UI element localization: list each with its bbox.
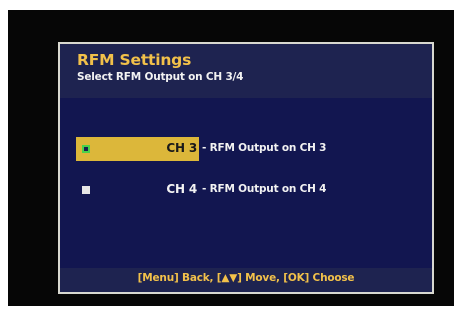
dialog-header: RFM Settings Select RFM Output on CH 3/4: [60, 44, 432, 98]
dialog-title: RFM Settings: [77, 51, 192, 69]
option-channel-label: CH 3: [166, 141, 197, 155]
option-description: - RFM Output on CH 4: [202, 183, 327, 195]
square-bullet-icon: [82, 186, 90, 194]
tv-screen: RFM Settings Select RFM Output on CH 3/4…: [8, 10, 454, 306]
option-ch3[interactable]: CH 3 - RFM Output on CH 3: [60, 137, 432, 161]
checked-square-icon: [82, 145, 90, 153]
option-channel-label: CH 4: [166, 182, 197, 196]
rfm-settings-dialog: RFM Settings Select RFM Output on CH 3/4…: [58, 42, 434, 294]
option-ch4[interactable]: CH 4 - RFM Output on CH 4: [60, 178, 432, 202]
dialog-subtitle: Select RFM Output on CH 3/4: [77, 71, 244, 83]
footer-key-hints: [Menu] Back, [▲▼] Move, [OK] Choose: [137, 272, 355, 284]
dialog-footer: [Menu] Back, [▲▼] Move, [OK] Choose: [60, 268, 432, 292]
option-description: - RFM Output on CH 3: [202, 142, 327, 154]
